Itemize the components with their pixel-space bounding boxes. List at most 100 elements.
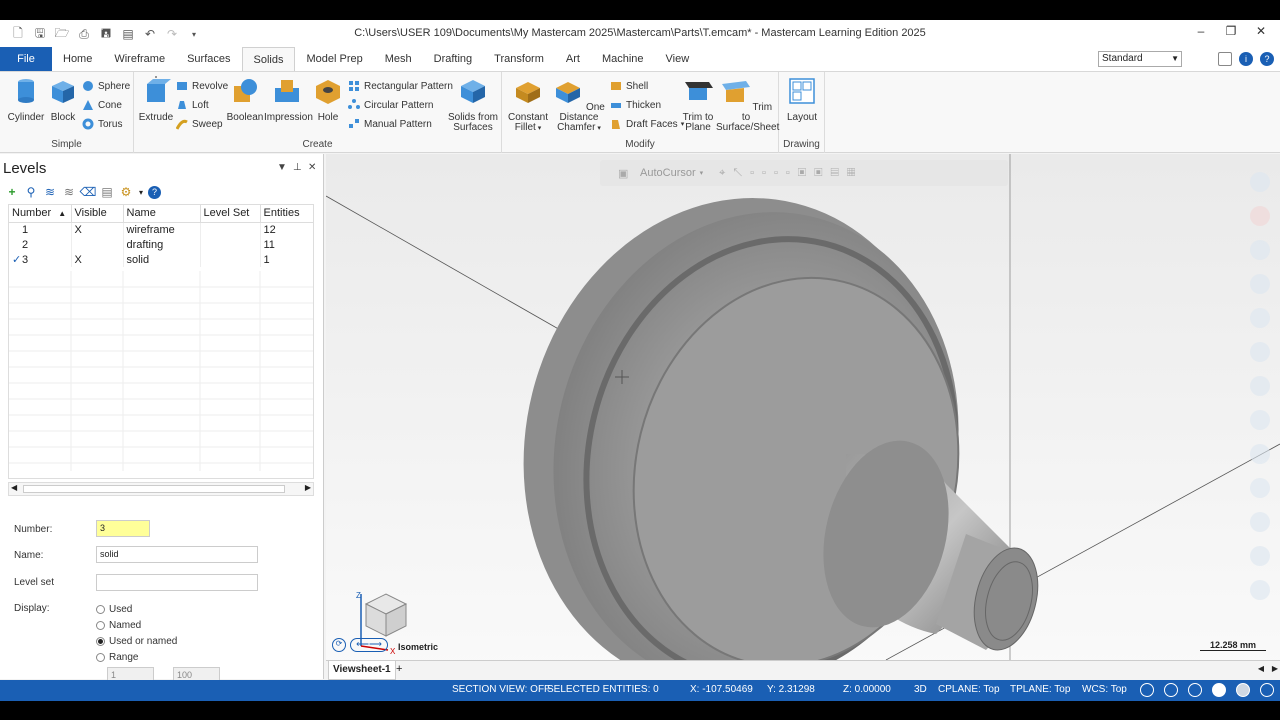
- new-file-icon[interactable]: 🗋: [8, 24, 28, 44]
- constant-fillet-button[interactable]: Constant Fillet ▾: [506, 76, 550, 134]
- number-field[interactable]: 3: [96, 520, 150, 537]
- add-level-icon[interactable]: +: [4, 184, 20, 200]
- shaded-sphere-icon[interactable]: [1212, 683, 1226, 697]
- level-set-field[interactable]: [96, 574, 258, 591]
- row-visible[interactable]: X: [71, 222, 124, 237]
- info-icon[interactable]: i: [1239, 52, 1253, 66]
- col-name[interactable]: Name: [123, 205, 201, 223]
- translucent-icon[interactable]: [1260, 683, 1274, 697]
- panel-menu-icon[interactable]: ▼: [277, 162, 287, 173]
- trim-to-plane-button[interactable]: Trim to Plane: [680, 76, 716, 133]
- hole-button[interactable]: Hole: [312, 76, 344, 123]
- save-as-icon[interactable]: 🖪: [96, 24, 116, 44]
- radio-range[interactable]: Range: [96, 652, 138, 663]
- open-folder-icon[interactable]: 🗁: [52, 24, 72, 44]
- shade-icon[interactable]: [1250, 512, 1270, 532]
- draft-faces-button[interactable]: Draft Faces ▾: [610, 116, 684, 132]
- row-visible[interactable]: X: [71, 252, 124, 267]
- gear-icon[interactable]: ⚙: [118, 184, 134, 200]
- pan-arrows-icon[interactable]: ⟵⟶: [350, 638, 388, 652]
- cplane-status[interactable]: CPLANE: Top: [938, 684, 1000, 695]
- layers-icon[interactable]: [1250, 580, 1270, 600]
- selection-toolbar-icon[interactable]: ▣: [618, 167, 632, 180]
- radio-used[interactable]: Used: [96, 604, 132, 615]
- save-icon[interactable]: 🖫: [30, 24, 50, 44]
- boolean-button[interactable]: Boolean: [226, 76, 264, 123]
- selection-filter-icons[interactable]: ⌖↖▫▫▫▫▣▣▤▦: [719, 167, 863, 180]
- impression-button[interactable]: Impression: [264, 76, 313, 123]
- horizontal-scrollbar[interactable]: ◀ ▶: [8, 482, 314, 496]
- shell-button[interactable]: Shell: [610, 78, 648, 94]
- graphics-viewport[interactable]: Z X ▣ AutoCursor ▾ ⌖↖▫▫▫▫▣▣▤▦ 12.258 mm: [326, 154, 1280, 679]
- cone-button[interactable]: Cone: [82, 97, 122, 113]
- close-panel-icon[interactable]: ✕: [308, 162, 316, 173]
- fillet-tool-icon[interactable]: [1250, 376, 1270, 396]
- snap-icon[interactable]: [1250, 546, 1270, 566]
- eraser-icon[interactable]: ⌫: [80, 184, 97, 200]
- solids-from-surfaces-button[interactable]: Solids from Surfaces: [446, 76, 500, 133]
- cylinder-button[interactable]: Cylinder: [6, 76, 46, 123]
- globe-icon[interactable]: [1140, 683, 1154, 697]
- tab-file[interactable]: File: [0, 47, 52, 71]
- extrude-button[interactable]: Extrude: [138, 72, 174, 123]
- help-icon[interactable]: ?: [1260, 52, 1274, 66]
- manual-pattern-button[interactable]: Manual Pattern: [348, 116, 432, 132]
- tab-solids[interactable]: Solids: [241, 47, 296, 71]
- paint-icon[interactable]: [1250, 478, 1270, 498]
- color-icon[interactable]: [1250, 444, 1270, 464]
- scroll-left-icon[interactable]: ◀: [11, 483, 17, 492]
- material-sphere-icon[interactable]: [1236, 683, 1250, 697]
- undo-icon[interactable]: ↶: [140, 24, 160, 44]
- surface-icon[interactable]: [1250, 308, 1270, 328]
- table-row[interactable]: ✓3 X solid 1: [9, 252, 313, 267]
- curve-icon[interactable]: [1250, 274, 1270, 294]
- sweep-button[interactable]: Sweep: [176, 116, 223, 132]
- circular-pattern-button[interactable]: Circular Pattern: [348, 97, 433, 113]
- sheet-scroll-left-icon[interactable]: ◀: [1258, 664, 1264, 673]
- dimension-icon[interactable]: [1250, 342, 1270, 362]
- cube-view-icon[interactable]: [1164, 683, 1178, 697]
- radio-used-or-named[interactable]: Used or named: [96, 636, 177, 647]
- print-icon[interactable]: ⎙: [74, 24, 94, 44]
- customize-dropdown-icon[interactable]: ▾: [184, 24, 204, 44]
- merge-icon[interactable]: ▤: [118, 24, 138, 44]
- viewsheet-tab[interactable]: Viewsheet-1: [328, 661, 396, 680]
- minimize-button[interactable]: –: [1186, 24, 1216, 38]
- section-view-status[interactable]: SECTION VIEW: OFF: [452, 684, 550, 695]
- tab-mesh[interactable]: Mesh: [374, 47, 423, 71]
- chevron-down-icon[interactable]: ▾: [137, 184, 145, 200]
- tab-model-prep[interactable]: Model Prep: [295, 47, 373, 71]
- table-row[interactable]: 2 drafting 11: [9, 237, 313, 252]
- layout-button[interactable]: Layout: [783, 76, 821, 123]
- tab-surfaces[interactable]: Surfaces: [176, 47, 241, 71]
- tab-transform[interactable]: Transform: [483, 47, 555, 71]
- col-visible[interactable]: Visible: [71, 205, 124, 223]
- col-entities[interactable]: Entities: [260, 205, 313, 223]
- block-button[interactable]: Block: [46, 76, 80, 123]
- no-entry-icon[interactable]: [1250, 206, 1270, 226]
- scroll-right-icon[interactable]: ▶: [305, 483, 311, 492]
- tab-wireframe[interactable]: Wireframe: [103, 47, 176, 71]
- loft-button[interactable]: Loft: [176, 97, 209, 113]
- torus-button[interactable]: Torus: [82, 116, 122, 132]
- radio-named[interactable]: Named: [96, 620, 141, 631]
- trim-to-surface-button[interactable]: Trim to Surface/Sheet: [716, 76, 779, 133]
- close-button[interactable]: ✕: [1246, 24, 1276, 38]
- scroll-thumb[interactable]: [23, 485, 285, 493]
- sphere-button[interactable]: Sphere: [82, 78, 130, 94]
- table-row[interactable]: 1 X wireframe 12: [9, 222, 313, 237]
- rotate-icon[interactable]: ⟳: [332, 638, 346, 652]
- col-level-set[interactable]: Level Set: [200, 205, 261, 223]
- pin-icon[interactable]: ⊥: [293, 162, 302, 173]
- autocursor-dropdown[interactable]: AutoCursor: [640, 167, 696, 179]
- help-icon[interactable]: ?: [148, 185, 161, 199]
- tab-view[interactable]: View: [655, 47, 701, 71]
- thicken-button[interactable]: Thicken: [610, 97, 661, 113]
- add-viewsheet-button[interactable]: +: [396, 663, 402, 675]
- settings-icon[interactable]: [1250, 172, 1270, 192]
- col-number[interactable]: Number ▲: [9, 205, 72, 223]
- one-distance-chamfer-button[interactable]: One Distance Chamfer ▾: [550, 76, 608, 134]
- analysis-icon[interactable]: [1250, 410, 1270, 430]
- tplane-status[interactable]: TPLANE: Top: [1010, 684, 1070, 695]
- restore-button[interactable]: ❐: [1216, 24, 1246, 38]
